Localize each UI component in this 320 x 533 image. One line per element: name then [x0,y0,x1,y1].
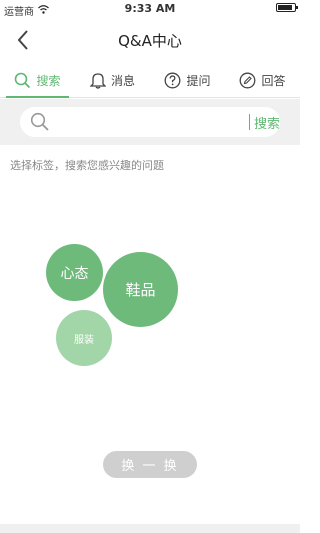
pencil-icon [240,72,256,89]
shuffle-button[interactable]: 换 一 换 [103,451,197,478]
search-button[interactable]: 搜索 [254,113,280,132]
tab-bar: 搜索 消息 提问 回答 [0,64,300,98]
tab-answer-label: 回答 [261,74,286,88]
tab-answer[interactable]: 回答 [225,64,300,97]
nav-bar: Q&A中心 [0,18,300,62]
search-divider [249,114,250,130]
status-time: 9:33 AM [124,2,176,15]
question-icon [165,72,181,89]
tab-messages-label: 消息 [110,74,135,88]
search-icon [15,72,31,89]
search-area: 搜索 [0,99,300,145]
bell-icon [89,73,106,89]
tag-bubble-clothing[interactable]: 服装 [56,310,112,366]
tag-bubble-mindset[interactable]: 心态 [46,244,103,301]
bottom-strip [0,524,300,533]
tab-ask-label: 提问 [186,74,211,88]
tab-ask[interactable]: 提问 [150,64,225,97]
hint-text: 选择标签，搜索您感兴趣的问题 [10,159,164,172]
battery-icon [276,3,298,12]
status-right [276,3,298,12]
tab-search[interactable]: 搜索 [0,64,75,98]
search-icon [30,112,49,131]
tag-bubble-shoes[interactable]: 鞋品 [103,252,178,327]
page-title: Q&A中心 [118,32,182,50]
search-input[interactable] [54,111,234,133]
status-bar: 运营商 9:33 AM [0,0,300,18]
search-box: 搜索 [20,107,280,137]
tab-search-label: 搜索 [36,74,61,88]
tab-messages[interactable]: 消息 [75,64,150,97]
